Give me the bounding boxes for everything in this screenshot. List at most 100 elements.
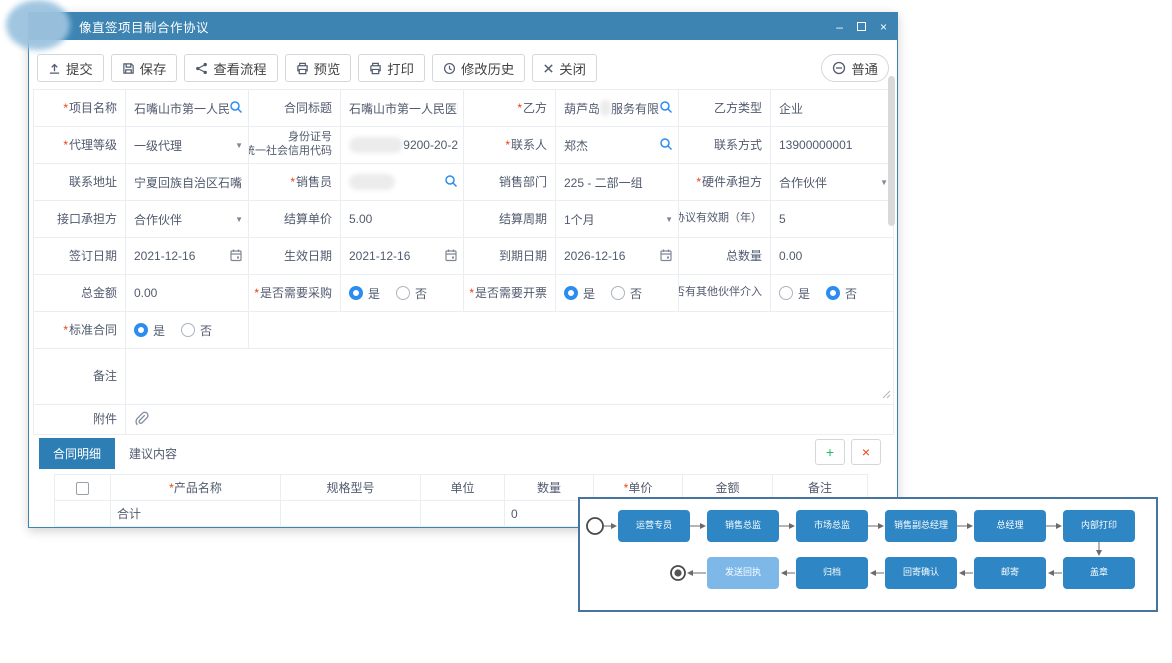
attachment-label: 附件 (34, 405, 126, 435)
col-unit: 单位 (421, 475, 505, 501)
contact-address-label: 联系地址 (34, 164, 126, 201)
radio-no[interactable] (611, 286, 625, 300)
radio-yes[interactable] (134, 323, 148, 337)
circle-minus-icon (832, 61, 846, 75)
total-amount-label: 总金额 (34, 275, 126, 312)
party-b-type-label: 乙方类型 (679, 90, 771, 127)
project-name-label: *项目名称 (34, 90, 126, 127)
minimize-icon[interactable]: – (836, 21, 843, 33)
resize-handle-icon[interactable] (882, 388, 891, 402)
flow-node-current: 发送回执 (707, 557, 779, 589)
interface-bearer-select[interactable]: 合作伙伴▼ (126, 201, 249, 238)
contact-phone-label: 联系方式 (679, 127, 771, 164)
attachment-field (126, 405, 894, 435)
expire-date-field[interactable]: 2026-12-16 (556, 238, 679, 275)
hardware-bearer-select[interactable]: 合作伙伴▼ (771, 164, 894, 201)
sales-dept-field[interactable]: 225 - 二部一组 (556, 164, 679, 201)
tab-suggestion[interactable]: 建议内容 (129, 445, 177, 462)
valid-years-field[interactable]: 5 (771, 201, 894, 238)
close-icon (543, 63, 554, 74)
paperclip-icon[interactable] (134, 411, 149, 429)
start-node-icon (587, 518, 603, 534)
close-button[interactable]: 关闭 (532, 54, 597, 82)
title-bar: 像直签项目制合作协议 – × (29, 13, 897, 40)
search-icon[interactable] (444, 174, 458, 191)
agent-level-select[interactable]: 一级代理▼ (126, 127, 249, 164)
contract-title-field[interactable]: 石嘴山市第一人民医院数字 (341, 90, 464, 127)
settle-cycle-select[interactable]: 1个月▼ (556, 201, 679, 238)
salesman-field[interactable] (341, 164, 464, 201)
radio-yes[interactable] (564, 286, 578, 300)
sign-date-field[interactable]: 2021-12-16 (126, 238, 249, 275)
flow-node: 销售副总经理 (885, 510, 957, 542)
total-qty-field[interactable]: 0.00 (771, 238, 894, 275)
dialog-title: 像直签项目制合作协议 (79, 17, 836, 36)
effect-date-field[interactable]: 2021-12-16 (341, 238, 464, 275)
sign-date-label: 签订日期 (34, 238, 126, 275)
total-amount-field[interactable]: 0.00 (126, 275, 249, 312)
remark-label: 备注 (34, 349, 126, 405)
contact-field[interactable]: 郑杰 (556, 127, 679, 164)
submit-button[interactable]: 提交 (37, 54, 104, 82)
printer-icon (296, 62, 309, 75)
contact-phone-field[interactable]: 13900000001 (771, 127, 894, 164)
search-icon[interactable] (659, 137, 673, 154)
flow-node: 总经理 (974, 510, 1046, 542)
calendar-icon[interactable] (229, 248, 243, 265)
party-b-field[interactable]: 葫芦岛服务有限 (556, 90, 679, 127)
calendar-icon[interactable] (659, 248, 673, 265)
credit-code-field[interactable]: 9200-20-2 (341, 127, 464, 164)
party-b-type-field[interactable]: 企业 (771, 90, 894, 127)
interface-bearer-label: 接口承担方 (34, 201, 126, 238)
radio-yes[interactable] (779, 286, 793, 300)
need-purchase-radio-group: 是否 (341, 275, 464, 312)
save-button[interactable]: 保存 (111, 54, 178, 82)
flow-node: 归档 (796, 557, 868, 589)
contact-address-field[interactable]: 宁夏回族自治区石嘴山市 (126, 164, 249, 201)
hardware-bearer-label: *硬件承担方 (679, 164, 771, 201)
maximize-icon[interactable] (857, 22, 866, 31)
history-button[interactable]: 修改历史 (432, 54, 525, 82)
print-button[interactable]: 打印 (358, 54, 425, 82)
save-icon (122, 62, 135, 75)
flow-node: 市场总监 (796, 510, 868, 542)
chevron-down-icon: ▼ (235, 141, 243, 150)
other-partner-label: *是否有其他伙伴介入 (679, 275, 771, 312)
preview-button[interactable]: 预览 (285, 54, 352, 82)
view-flow-button[interactable]: 查看流程 (184, 54, 277, 82)
flow-node: 内部打印 (1063, 510, 1135, 542)
radio-no[interactable] (181, 323, 195, 337)
header-checkbox-cell (55, 475, 111, 501)
contract-dialog: 像直签项目制合作协议 – × 提交 保存 查看流程 预览 打印 (28, 12, 898, 528)
vertical-scrollbar[interactable] (888, 76, 895, 226)
flow-node: 回寄确认 (885, 557, 957, 589)
select-all-checkbox[interactable] (76, 482, 89, 495)
tab-contract-detail[interactable]: 合同明细 (39, 438, 115, 469)
workflow-panel: 运营专员 销售总监 市场总监 销售副总经理 总经理 内部打印 发送回执 归档 回… (578, 497, 1158, 612)
total-label-cell: 合计 (111, 501, 281, 527)
radio-yes[interactable] (349, 286, 363, 300)
need-purchase-label: *是否需要采购 (249, 275, 341, 312)
total-qty-label: 总数量 (679, 238, 771, 275)
printer-icon (369, 62, 382, 75)
close-window-icon[interactable]: × (880, 21, 887, 33)
calendar-icon[interactable] (444, 248, 458, 265)
settle-price-field[interactable]: 5.00 (341, 201, 464, 238)
flow-node: 盖章 (1063, 557, 1135, 589)
mode-button[interactable]: 普通 (821, 54, 889, 82)
add-row-button[interactable]: + (815, 439, 845, 465)
flow-node: 邮寄 (974, 557, 1046, 589)
radio-no[interactable] (396, 286, 410, 300)
redaction-blur (6, 0, 70, 50)
delete-row-button[interactable]: × (851, 439, 881, 465)
redaction-blur (600, 100, 611, 116)
settle-cycle-label: 结算周期 (464, 201, 556, 238)
party-b-label: *乙方 (464, 90, 556, 127)
project-name-field[interactable]: 石嘴山市第一人民医院数字影 (126, 90, 249, 127)
contract-form: *项目名称 石嘴山市第一人民医院数字影 合同标题 石嘴山市第一人民医院数字 *乙… (33, 89, 893, 435)
other-partner-radio-group: 是否 (771, 275, 894, 312)
search-icon[interactable] (229, 100, 243, 117)
remark-textarea[interactable] (126, 349, 894, 405)
radio-no[interactable] (826, 286, 840, 300)
search-icon[interactable] (659, 100, 673, 117)
